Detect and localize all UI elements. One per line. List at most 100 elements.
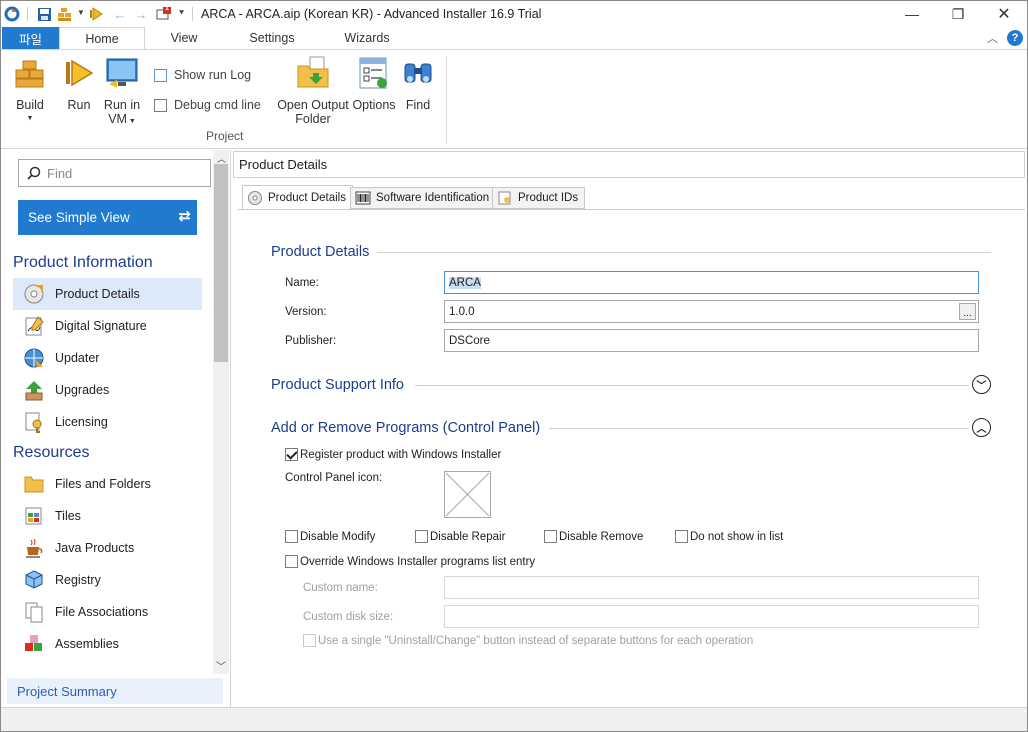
sidebar-item-label: Tiles bbox=[55, 509, 81, 523]
build-quick-icon[interactable] bbox=[56, 5, 74, 23]
collapse-chevron-icon[interactable]: ︿ bbox=[972, 418, 991, 437]
run-in-vm-dropdown-icon: ▼ bbox=[126, 118, 136, 125]
collapse-ribbon-icon[interactable]: ︿ bbox=[987, 30, 998, 46]
single-button-checkbox[interactable]: Use a single "Uninstall/Change" button i… bbox=[303, 634, 753, 647]
override-entry-checkbox[interactable]: Override Windows Installer programs list… bbox=[285, 555, 535, 568]
sidebar-item-file-associations[interactable]: File Associations bbox=[13, 596, 202, 628]
minimize-button[interactable]: — bbox=[889, 1, 935, 27]
simple-view-label: See Simple View bbox=[28, 210, 130, 225]
name-field[interactable]: ARCA bbox=[444, 271, 979, 294]
group-product-support-info: Product Support Info bbox=[271, 377, 404, 393]
back-arrow-icon[interactable]: ← bbox=[111, 5, 129, 23]
sidebar-item-label: Updater bbox=[55, 351, 100, 365]
tab-product-ids[interactable]: Product IDs bbox=[492, 187, 586, 209]
barcode-icon bbox=[355, 191, 371, 205]
ribbon-group-label: Project bbox=[206, 129, 244, 143]
checkbox[interactable] bbox=[544, 530, 557, 543]
signature-icon bbox=[21, 315, 47, 337]
sidebar-item-label: File Associations bbox=[55, 605, 149, 619]
build-dropdown-icon: ▼ bbox=[26, 115, 34, 122]
find-button[interactable]: Find bbox=[401, 56, 435, 112]
sidebar-item-digital-signature[interactable]: Digital Signature bbox=[13, 310, 202, 342]
maximize-button[interactable]: ❐ bbox=[935, 1, 981, 27]
tab-wizards[interactable]: Wizards bbox=[333, 27, 401, 49]
checkbox[interactable] bbox=[154, 98, 167, 112]
sidebar-item-updater[interactable]: Updater bbox=[13, 342, 202, 374]
sidebar-item-product-details[interactable]: Product Details bbox=[13, 278, 202, 310]
upgrade-icon bbox=[21, 379, 47, 401]
tab-settings[interactable]: Settings bbox=[237, 27, 307, 49]
options-label: Options bbox=[352, 98, 396, 112]
register-product-checkbox[interactable]: Register product with Windows Installer bbox=[285, 448, 501, 461]
tab-software-identification[interactable]: Software Identification bbox=[350, 187, 497, 209]
help-icon[interactable]: ? bbox=[1007, 30, 1023, 46]
checkbox[interactable] bbox=[285, 555, 298, 568]
tab-view[interactable]: View bbox=[151, 27, 217, 49]
product-ids-icon bbox=[498, 191, 511, 205]
run-label: Run bbox=[67, 98, 91, 112]
save-icon[interactable] bbox=[35, 5, 53, 23]
run-button[interactable]: Run bbox=[63, 56, 95, 112]
version-field[interactable]: 1.0.0 ... bbox=[444, 300, 979, 323]
binoculars-icon bbox=[404, 63, 432, 83]
sidebar-item-assemblies[interactable]: Assemblies bbox=[13, 628, 202, 660]
disable-modify-checkbox[interactable]: Disable Modify bbox=[285, 530, 375, 543]
run-in-vm-icon bbox=[106, 58, 138, 88]
checkbox[interactable] bbox=[285, 530, 298, 543]
search-input[interactable]: Find bbox=[18, 159, 211, 187]
search-placeholder: Find bbox=[47, 165, 73, 181]
sidebar-item-label: Upgrades bbox=[55, 383, 110, 397]
disable-repair-label: Disable Repair bbox=[430, 530, 506, 543]
version-value: 1.0.0 bbox=[449, 305, 475, 318]
sidebar-item-upgrades[interactable]: Upgrades bbox=[13, 374, 202, 406]
checkbox[interactable] bbox=[285, 448, 298, 461]
run-in-vm-button[interactable]: Run in VM ▼ bbox=[101, 56, 143, 129]
checkbox[interactable] bbox=[675, 530, 688, 543]
open-output-label-2: Folder bbox=[295, 112, 331, 126]
sidebar-item-java-products[interactable]: Java Products bbox=[13, 532, 202, 564]
sidebar-item-licensing[interactable]: Licensing bbox=[13, 406, 202, 438]
java-cup-icon bbox=[21, 537, 47, 559]
checkbox[interactable] bbox=[303, 634, 316, 647]
project-summary-link[interactable]: Project Summary bbox=[7, 678, 223, 704]
options-button[interactable]: Options bbox=[352, 56, 396, 112]
sidebar-item-files-and-folders[interactable]: Files and Folders bbox=[13, 468, 202, 500]
folder-icon bbox=[21, 473, 47, 495]
forward-arrow-icon[interactable]: → bbox=[132, 5, 150, 23]
divider bbox=[192, 7, 193, 21]
tab-home[interactable]: Home bbox=[59, 27, 145, 50]
open-output-folder-button[interactable]: Open Output Folder bbox=[276, 56, 350, 126]
disable-repair-checkbox[interactable]: Disable Repair bbox=[415, 530, 505, 543]
dropdown-arrow-icon[interactable]: ▼ bbox=[77, 8, 85, 17]
expand-chevron-icon[interactable]: ﹀ bbox=[972, 375, 991, 394]
tab-file[interactable]: 파일 bbox=[2, 27, 59, 49]
build-button[interactable]: Build ▼ bbox=[13, 56, 47, 126]
name-value: ARCA bbox=[449, 276, 481, 289]
notification-icon[interactable]: 1 bbox=[155, 5, 173, 23]
tab-label: Product Details bbox=[268, 191, 346, 204]
custom-name-field[interactable] bbox=[444, 576, 979, 599]
checkbox[interactable] bbox=[154, 68, 167, 82]
version-browse-button[interactable]: ... bbox=[959, 303, 976, 320]
disable-modify-label: Disable Modify bbox=[300, 530, 376, 543]
publisher-field[interactable]: DSCore bbox=[444, 329, 979, 352]
scroll-down-icon[interactable]: ﹀ bbox=[216, 658, 226, 673]
run-quick-icon[interactable] bbox=[88, 5, 106, 23]
see-simple-view-button[interactable]: See Simple View ⇄ bbox=[18, 200, 197, 235]
custom-disk-size-field[interactable] bbox=[444, 605, 979, 628]
do-not-show-checkbox[interactable]: Do not show in list bbox=[675, 530, 783, 543]
scrollbar-thumb[interactable] bbox=[214, 164, 228, 362]
debug-cmd-line-checkbox[interactable]: Debug cmd line bbox=[154, 98, 261, 112]
disable-remove-checkbox[interactable]: Disable Remove bbox=[544, 530, 643, 543]
close-button[interactable]: ✕ bbox=[981, 1, 1027, 27]
sidebar-scrollbar[interactable]: ︿ ﹀ bbox=[213, 150, 229, 674]
show-run-log-checkbox[interactable]: Show run Log bbox=[154, 68, 251, 82]
single-button-label: Use a single "Uninstall/Change" button i… bbox=[318, 634, 754, 647]
checkbox[interactable] bbox=[415, 530, 428, 543]
control-panel-icon-placeholder[interactable] bbox=[444, 471, 491, 518]
customize-quick-access-icon[interactable]: ⯆ bbox=[178, 8, 185, 19]
tab-product-details[interactable]: Product Details bbox=[242, 185, 353, 210]
sidebar-item-registry[interactable]: Registry bbox=[13, 564, 202, 596]
sidebar-item-tiles[interactable]: Tiles bbox=[13, 500, 202, 532]
registry-icon bbox=[21, 569, 47, 591]
